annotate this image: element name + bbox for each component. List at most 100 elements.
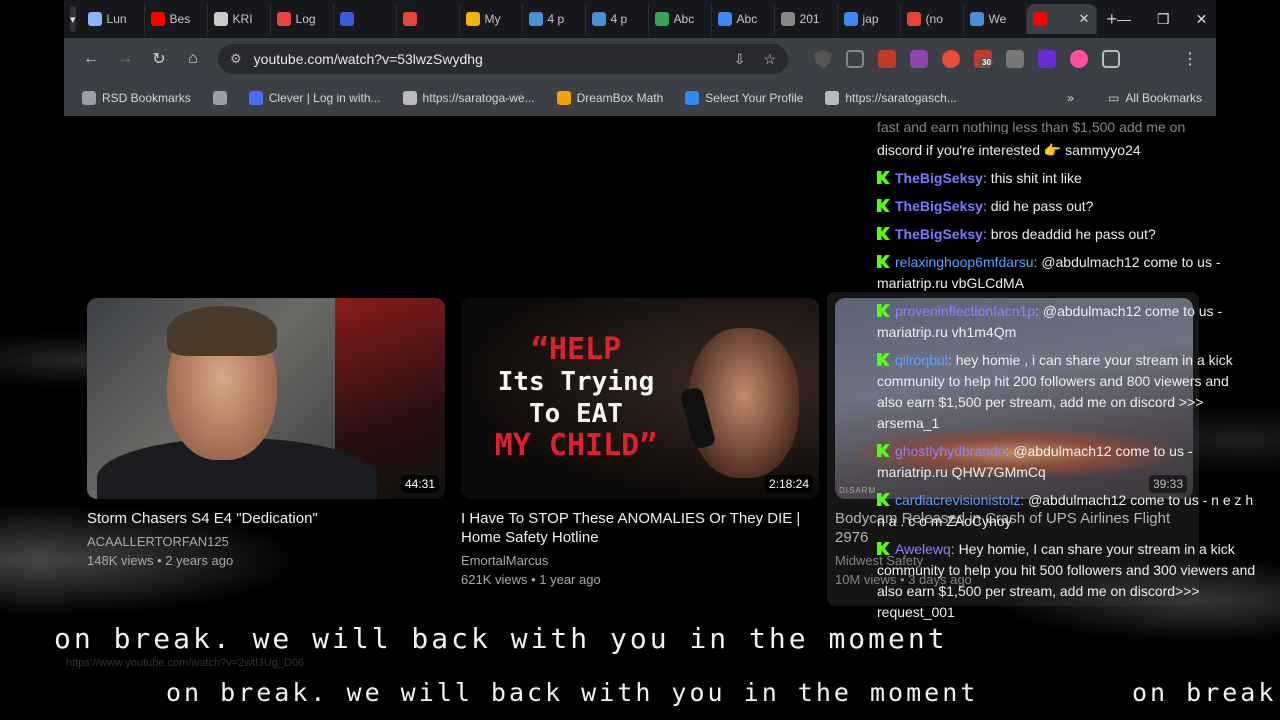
browser-tab[interactable]: ✕ xyxy=(1026,4,1097,34)
chat-username[interactable]: TheBigSeksy xyxy=(895,170,983,186)
video-stats: 621K views • 1 year ago xyxy=(461,572,601,587)
video-card-1[interactable]: 44:31 Storm Chasers S4 E4 "Dedication" A… xyxy=(87,298,445,570)
bookmark-item[interactable]: DreamBox Math xyxy=(556,91,663,105)
tab-favicon-icon xyxy=(150,12,165,26)
bookmark-favicon-icon xyxy=(825,91,840,105)
bookmark-item[interactable]: https://saratoga-we... xyxy=(402,91,535,105)
folder-icon: ▭ xyxy=(1107,91,1120,105)
channel-name[interactable]: EmortalMarcus xyxy=(461,551,819,570)
bookmark-star-icon[interactable]: ☆ xyxy=(763,51,776,68)
bookmark-item[interactable]: https://saratogasch... xyxy=(825,91,957,105)
k-ext-icon[interactable] xyxy=(1038,50,1056,68)
chat-username[interactable]: Awelewq xyxy=(895,541,951,557)
new-tab-button[interactable]: + xyxy=(1107,9,1118,30)
bookmark-item[interactable]: RSD Bookmarks xyxy=(82,91,191,105)
chat-text: this shit int like xyxy=(990,170,1082,186)
kick-icon xyxy=(877,493,890,506)
bookmark-ext-icon[interactable] xyxy=(878,50,896,68)
bookmarks-right: » ▭ All Bookmarks xyxy=(1067,91,1216,105)
chat-username[interactable]: cardiacrevisionistolz xyxy=(895,492,1020,508)
restore-icon[interactable]: ❐ xyxy=(1157,11,1170,28)
bookmark-label: https://saratogasch... xyxy=(845,91,957,105)
tab-favicon-icon xyxy=(843,12,858,26)
bookmark-item[interactable]: Select Your Profile xyxy=(685,91,803,105)
film-ext-icon[interactable] xyxy=(1006,50,1024,68)
browser-tab[interactable]: Lun xyxy=(82,4,145,34)
chat-separator: : xyxy=(982,170,991,186)
tab-favicon-icon xyxy=(591,12,606,26)
browser-tab[interactable]: We xyxy=(964,4,1027,34)
url-text[interactable]: youtube.com/watch?v=53lwzSwydhg xyxy=(254,51,483,67)
video-stats: 148K views • 2 years ago xyxy=(87,553,234,568)
address-bar[interactable]: ⚙ youtube.com/watch?v=53lwzSwydhg ⇩ ☆ xyxy=(218,44,788,74)
tab-label: We xyxy=(988,12,1007,26)
browser-tab[interactable]: 4 p xyxy=(586,4,649,34)
install-icon[interactable]: ⇩ xyxy=(734,51,746,68)
tab-favicon-icon xyxy=(1032,12,1047,26)
purple-ext-icon[interactable] xyxy=(910,50,928,68)
chat-username[interactable]: proveninflectionfacn1p xyxy=(895,303,1035,319)
chat-username[interactable]: qilroqbul xyxy=(895,352,948,368)
browser-tab[interactable]: My xyxy=(460,4,523,34)
browser-tab[interactable] xyxy=(397,4,460,34)
browser-tab[interactable]: Bes xyxy=(145,4,208,34)
bookmark-item[interactable] xyxy=(212,91,227,105)
browser-tab[interactable]: jap xyxy=(838,4,901,34)
chat-message: cardiacrevisionistolz: @abdulmach12 come… xyxy=(877,490,1257,532)
browser-tab[interactable]: 201 xyxy=(775,4,838,34)
video-card-2[interactable]: “HELP Its Trying To EAT MY CHILD” 2:18:2… xyxy=(461,298,819,589)
chat-username[interactable]: TheBigSeksy xyxy=(895,226,983,242)
shield-outline-icon[interactable] xyxy=(846,50,864,68)
hover-url: https://www.youtube.com/watch?v=2wtl3Ug_… xyxy=(66,657,305,669)
puzzle-icon[interactable] xyxy=(1102,50,1120,68)
kick-icon xyxy=(877,255,890,268)
chevron-right-icon[interactable]: » xyxy=(1067,91,1074,105)
chat-username[interactable]: ghostlyhydbrando xyxy=(895,443,1006,459)
forward-icon[interactable]: → xyxy=(108,50,142,68)
chat-username[interactable]: relaxinghoop6mfdarsu xyxy=(895,254,1034,270)
chat-username[interactable]: TheBigSeksy xyxy=(895,198,983,214)
bookmark-item[interactable]: Clever | Log in with... xyxy=(248,91,381,105)
tab-search-button[interactable]: ▾ xyxy=(70,6,76,32)
red-ext-icon[interactable] xyxy=(942,50,960,68)
reload-icon[interactable]: ↻ xyxy=(142,49,176,69)
browser-tab[interactable]: 4 p xyxy=(523,4,586,34)
tab-favicon-icon xyxy=(717,12,732,26)
browser-tab[interactable]: Abc xyxy=(649,4,712,34)
minimize-icon[interactable]: — xyxy=(1117,11,1131,28)
back-icon[interactable]: ← xyxy=(74,50,108,68)
toolbar: ← → ↻ ⌂ ⚙ youtube.com/watch?v=53lwzSwydh… xyxy=(64,38,1216,80)
chat-separator: : xyxy=(1035,303,1043,319)
video-thumbnail-1[interactable]: 44:31 xyxy=(87,298,445,499)
site-info-icon[interactable]: ⚙ xyxy=(230,51,242,67)
shield-icon[interactable] xyxy=(814,50,832,68)
tab-strip: ▾ Lun Bes KRI Log My 4 p 4 p Abc Abc 201 jap (no We ✕… xyxy=(64,0,1216,38)
tab-favicon-icon xyxy=(276,12,291,26)
browser-tab[interactable]: KRI xyxy=(208,4,271,34)
menu-icon[interactable]: ⋮ xyxy=(1182,49,1206,69)
badge-ext-icon[interactable]: 30 xyxy=(974,50,993,68)
video-thumbnail-2[interactable]: “HELP Its Trying To EAT MY CHILD” 2:18:2… xyxy=(461,298,819,499)
all-bookmarks-button[interactable]: ▭ All Bookmarks xyxy=(1108,91,1202,105)
video-title[interactable]: Storm Chasers S4 E4 "Dedication" xyxy=(87,509,445,528)
thumb-text-line1: “HELP xyxy=(530,332,622,367)
browser-tab[interactable]: (no xyxy=(901,4,964,34)
home-icon[interactable]: ⌂ xyxy=(176,50,210,68)
close-tab-icon[interactable]: ✕ xyxy=(1079,11,1090,27)
browser-window: ▾ Lun Bes KRI Log My 4 p 4 p Abc Abc 201 jap (no We ✕… xyxy=(64,0,1216,116)
bookmark-favicon-icon xyxy=(82,91,96,105)
break-ticker-bottom-repeat: on break. xyxy=(1132,678,1280,707)
bookmark-label: Select Your Profile xyxy=(705,91,804,105)
channel-name[interactable]: ACAALLERTORFAN125 xyxy=(87,532,445,551)
break-ticker-top: on break. we will back with you in the m… xyxy=(54,622,948,655)
tab-favicon-icon xyxy=(780,12,795,26)
browser-tab[interactable]: Abc xyxy=(712,4,775,34)
browser-tab[interactable] xyxy=(334,4,397,34)
chat-message: ghostlyhydbrando: @abdulmach12 come to u… xyxy=(877,441,1257,483)
browser-tab[interactable]: Log xyxy=(271,4,334,34)
pink-ext-icon[interactable] xyxy=(1070,50,1088,68)
close-window-icon[interactable]: ✕ xyxy=(1196,11,1208,28)
video-title[interactable]: I Have To STOP These ANOMALIES Or They D… xyxy=(461,509,819,547)
thumb-text-line2: Its Trying xyxy=(497,367,655,397)
stream-screen: ▾ Lun Bes KRI Log My 4 p 4 p Abc Abc 201 jap (no We ✕… xyxy=(0,0,1280,720)
